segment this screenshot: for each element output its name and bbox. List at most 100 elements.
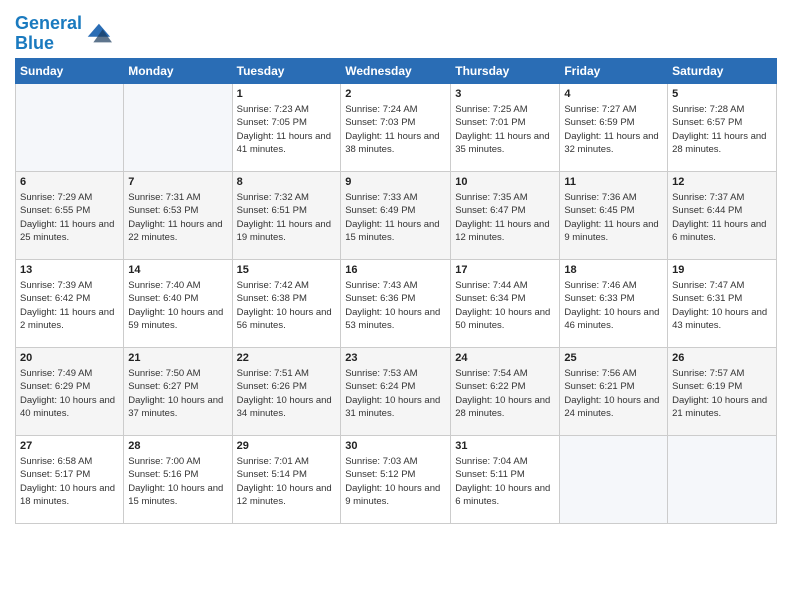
day-number: 27 xyxy=(20,439,119,454)
main-container: GeneralBlue SundayMondayTuesdayWednesday… xyxy=(0,0,792,534)
day-detail: Sunrise: 7:23 AM Sunset: 7:05 PM Dayligh… xyxy=(237,103,337,156)
day-detail: Sunrise: 7:43 AM Sunset: 6:36 PM Dayligh… xyxy=(345,279,446,332)
day-detail: Sunrise: 7:29 AM Sunset: 6:55 PM Dayligh… xyxy=(20,191,119,244)
header-day-sunday: Sunday xyxy=(16,58,124,83)
calendar-cell: 12Sunrise: 7:37 AM Sunset: 6:44 PM Dayli… xyxy=(668,171,777,259)
calendar-cell: 27Sunrise: 6:58 AM Sunset: 5:17 PM Dayli… xyxy=(16,435,124,523)
day-detail: Sunrise: 7:28 AM Sunset: 6:57 PM Dayligh… xyxy=(672,103,772,156)
day-number: 17 xyxy=(455,263,555,278)
day-detail: Sunrise: 7:24 AM Sunset: 7:03 PM Dayligh… xyxy=(345,103,446,156)
day-detail: Sunrise: 7:25 AM Sunset: 7:01 PM Dayligh… xyxy=(455,103,555,156)
day-number: 15 xyxy=(237,263,337,278)
calendar-cell: 28Sunrise: 7:00 AM Sunset: 5:16 PM Dayli… xyxy=(124,435,232,523)
day-number: 2 xyxy=(345,87,446,102)
calendar-week-4: 20Sunrise: 7:49 AM Sunset: 6:29 PM Dayli… xyxy=(16,347,777,435)
calendar-cell: 10Sunrise: 7:35 AM Sunset: 6:47 PM Dayli… xyxy=(451,171,560,259)
calendar-cell: 26Sunrise: 7:57 AM Sunset: 6:19 PM Dayli… xyxy=(668,347,777,435)
day-number: 12 xyxy=(672,175,772,190)
day-number: 24 xyxy=(455,351,555,366)
day-detail: Sunrise: 7:40 AM Sunset: 6:40 PM Dayligh… xyxy=(128,279,227,332)
calendar-cell xyxy=(124,83,232,171)
header-day-saturday: Saturday xyxy=(668,58,777,83)
day-number: 7 xyxy=(128,175,227,190)
calendar-cell: 24Sunrise: 7:54 AM Sunset: 6:22 PM Dayli… xyxy=(451,347,560,435)
logo-text: GeneralBlue xyxy=(15,14,82,54)
day-number: 8 xyxy=(237,175,337,190)
day-number: 28 xyxy=(128,439,227,454)
day-number: 31 xyxy=(455,439,555,454)
calendar-cell: 8Sunrise: 7:32 AM Sunset: 6:51 PM Daylig… xyxy=(232,171,341,259)
day-number: 11 xyxy=(564,175,663,190)
calendar-cell: 5Sunrise: 7:28 AM Sunset: 6:57 PM Daylig… xyxy=(668,83,777,171)
calendar-cell: 16Sunrise: 7:43 AM Sunset: 6:36 PM Dayli… xyxy=(341,259,451,347)
day-detail: Sunrise: 7:42 AM Sunset: 6:38 PM Dayligh… xyxy=(237,279,337,332)
day-detail: Sunrise: 7:51 AM Sunset: 6:26 PM Dayligh… xyxy=(237,367,337,420)
day-detail: Sunrise: 6:58 AM Sunset: 5:17 PM Dayligh… xyxy=(20,455,119,508)
calendar-cell: 7Sunrise: 7:31 AM Sunset: 6:53 PM Daylig… xyxy=(124,171,232,259)
day-number: 22 xyxy=(237,351,337,366)
day-number: 14 xyxy=(128,263,227,278)
calendar-week-5: 27Sunrise: 6:58 AM Sunset: 5:17 PM Dayli… xyxy=(16,435,777,523)
day-detail: Sunrise: 7:04 AM Sunset: 5:11 PM Dayligh… xyxy=(455,455,555,508)
calendar-cell: 14Sunrise: 7:40 AM Sunset: 6:40 PM Dayli… xyxy=(124,259,232,347)
day-detail: Sunrise: 7:01 AM Sunset: 5:14 PM Dayligh… xyxy=(237,455,337,508)
day-detail: Sunrise: 7:49 AM Sunset: 6:29 PM Dayligh… xyxy=(20,367,119,420)
day-detail: Sunrise: 7:35 AM Sunset: 6:47 PM Dayligh… xyxy=(455,191,555,244)
calendar-table: SundayMondayTuesdayWednesdayThursdayFrid… xyxy=(15,58,777,524)
calendar-cell: 17Sunrise: 7:44 AM Sunset: 6:34 PM Dayli… xyxy=(451,259,560,347)
calendar-cell xyxy=(16,83,124,171)
day-number: 23 xyxy=(345,351,446,366)
day-number: 20 xyxy=(20,351,119,366)
header-day-tuesday: Tuesday xyxy=(232,58,341,83)
day-number: 30 xyxy=(345,439,446,454)
calendar-cell: 9Sunrise: 7:33 AM Sunset: 6:49 PM Daylig… xyxy=(341,171,451,259)
day-detail: Sunrise: 7:44 AM Sunset: 6:34 PM Dayligh… xyxy=(455,279,555,332)
calendar-cell: 31Sunrise: 7:04 AM Sunset: 5:11 PM Dayli… xyxy=(451,435,560,523)
day-number: 6 xyxy=(20,175,119,190)
day-number: 26 xyxy=(672,351,772,366)
day-number: 18 xyxy=(564,263,663,278)
calendar-cell: 23Sunrise: 7:53 AM Sunset: 6:24 PM Dayli… xyxy=(341,347,451,435)
calendar-cell: 30Sunrise: 7:03 AM Sunset: 5:12 PM Dayli… xyxy=(341,435,451,523)
calendar-cell: 21Sunrise: 7:50 AM Sunset: 6:27 PM Dayli… xyxy=(124,347,232,435)
day-detail: Sunrise: 7:37 AM Sunset: 6:44 PM Dayligh… xyxy=(672,191,772,244)
calendar-cell xyxy=(560,435,668,523)
calendar-cell: 1Sunrise: 7:23 AM Sunset: 7:05 PM Daylig… xyxy=(232,83,341,171)
calendar-week-2: 6Sunrise: 7:29 AM Sunset: 6:55 PM Daylig… xyxy=(16,171,777,259)
day-number: 9 xyxy=(345,175,446,190)
day-detail: Sunrise: 7:00 AM Sunset: 5:16 PM Dayligh… xyxy=(128,455,227,508)
calendar-cell: 18Sunrise: 7:46 AM Sunset: 6:33 PM Dayli… xyxy=(560,259,668,347)
day-detail: Sunrise: 7:54 AM Sunset: 6:22 PM Dayligh… xyxy=(455,367,555,420)
day-detail: Sunrise: 7:32 AM Sunset: 6:51 PM Dayligh… xyxy=(237,191,337,244)
calendar-cell: 4Sunrise: 7:27 AM Sunset: 6:59 PM Daylig… xyxy=(560,83,668,171)
day-number: 16 xyxy=(345,263,446,278)
calendar-cell: 3Sunrise: 7:25 AM Sunset: 7:01 PM Daylig… xyxy=(451,83,560,171)
calendar-cell: 20Sunrise: 7:49 AM Sunset: 6:29 PM Dayli… xyxy=(16,347,124,435)
calendar-week-1: 1Sunrise: 7:23 AM Sunset: 7:05 PM Daylig… xyxy=(16,83,777,171)
header-day-wednesday: Wednesday xyxy=(341,58,451,83)
day-number: 5 xyxy=(672,87,772,102)
calendar-cell xyxy=(668,435,777,523)
day-detail: Sunrise: 7:53 AM Sunset: 6:24 PM Dayligh… xyxy=(345,367,446,420)
day-detail: Sunrise: 7:03 AM Sunset: 5:12 PM Dayligh… xyxy=(345,455,446,508)
calendar-cell: 19Sunrise: 7:47 AM Sunset: 6:31 PM Dayli… xyxy=(668,259,777,347)
calendar-cell: 29Sunrise: 7:01 AM Sunset: 5:14 PM Dayli… xyxy=(232,435,341,523)
calendar-cell: 13Sunrise: 7:39 AM Sunset: 6:42 PM Dayli… xyxy=(16,259,124,347)
logo: GeneralBlue xyxy=(15,14,112,54)
day-detail: Sunrise: 7:31 AM Sunset: 6:53 PM Dayligh… xyxy=(128,191,227,244)
calendar-cell: 15Sunrise: 7:42 AM Sunset: 6:38 PM Dayli… xyxy=(232,259,341,347)
calendar-cell: 11Sunrise: 7:36 AM Sunset: 6:45 PM Dayli… xyxy=(560,171,668,259)
day-number: 10 xyxy=(455,175,555,190)
day-detail: Sunrise: 7:33 AM Sunset: 6:49 PM Dayligh… xyxy=(345,191,446,244)
day-number: 29 xyxy=(237,439,337,454)
day-detail: Sunrise: 7:39 AM Sunset: 6:42 PM Dayligh… xyxy=(20,279,119,332)
calendar-cell: 2Sunrise: 7:24 AM Sunset: 7:03 PM Daylig… xyxy=(341,83,451,171)
day-detail: Sunrise: 7:57 AM Sunset: 6:19 PM Dayligh… xyxy=(672,367,772,420)
day-number: 3 xyxy=(455,87,555,102)
calendar-header-row: SundayMondayTuesdayWednesdayThursdayFrid… xyxy=(16,58,777,83)
day-number: 1 xyxy=(237,87,337,102)
day-detail: Sunrise: 7:47 AM Sunset: 6:31 PM Dayligh… xyxy=(672,279,772,332)
day-detail: Sunrise: 7:50 AM Sunset: 6:27 PM Dayligh… xyxy=(128,367,227,420)
calendar-week-3: 13Sunrise: 7:39 AM Sunset: 6:42 PM Dayli… xyxy=(16,259,777,347)
calendar-cell: 25Sunrise: 7:56 AM Sunset: 6:21 PM Dayli… xyxy=(560,347,668,435)
